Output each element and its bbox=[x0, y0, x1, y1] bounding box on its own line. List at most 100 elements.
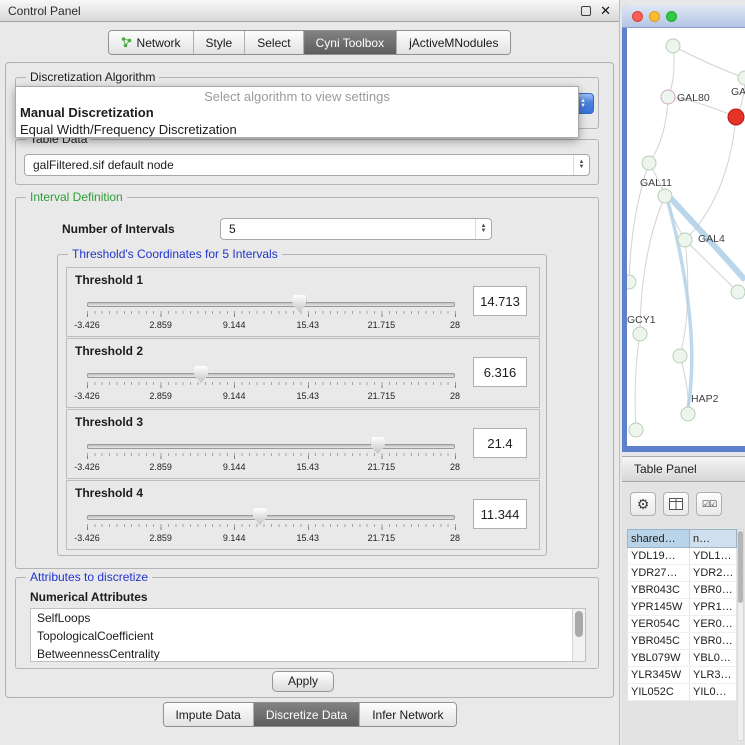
scale-label: 21.715 bbox=[368, 533, 396, 543]
tab-infer-network[interactable]: Infer Network bbox=[359, 703, 455, 726]
network-icon bbox=[121, 37, 132, 48]
float-window-icon[interactable] bbox=[581, 6, 591, 16]
node-attribute-table: shared…n… YDL19…YDL1…YDR27…YDR2…YBR043CY… bbox=[627, 529, 737, 701]
slider-thumb[interactable] bbox=[371, 437, 385, 454]
threshold-slider[interactable]: -3.4262.8599.14415.4321.71528 bbox=[87, 507, 455, 551]
slider-thumb[interactable] bbox=[292, 295, 306, 312]
scale-label: -3.426 bbox=[74, 391, 100, 401]
list-item[interactable]: SelfLoops bbox=[31, 609, 585, 627]
tab-cyni-toolbox[interactable]: Cyni Toolbox bbox=[303, 31, 396, 54]
network-node[interactable] bbox=[627, 275, 636, 289]
network-node[interactable] bbox=[629, 423, 643, 437]
popup-item[interactable]: Equal Width/Frequency Discretization bbox=[16, 121, 578, 138]
list-scrollbar[interactable] bbox=[572, 609, 585, 661]
tab-jactivemnodules[interactable]: jActiveMNodules bbox=[396, 31, 510, 54]
combo-stepper-icon[interactable]: ▲ ▼ bbox=[573, 155, 589, 175]
num-intervals-combo[interactable]: 5 ▲ ▼ bbox=[220, 218, 492, 240]
table-panel-title: Table Panel bbox=[634, 462, 697, 476]
screen: Control Panel ✕ NetworkStyleSelectCyni T… bbox=[0, 0, 745, 745]
table-row[interactable]: YPR145WYPR1… bbox=[628, 599, 737, 616]
numerical-attributes-listbox[interactable]: SelfLoopsTopologicalCoefficientBetweenne… bbox=[30, 608, 586, 662]
table-row[interactable]: YDR27…YDR2… bbox=[628, 565, 737, 582]
algorithm-group-title: Discretization Algorithm bbox=[26, 70, 159, 84]
scale-label: 2.859 bbox=[149, 533, 172, 543]
network-node[interactable] bbox=[731, 285, 745, 299]
network-node[interactable] bbox=[681, 407, 695, 421]
tab-network[interactable]: Network bbox=[109, 31, 193, 54]
network-node[interactable] bbox=[673, 349, 687, 363]
threshold-value[interactable]: 11.344 bbox=[473, 499, 527, 529]
network-node[interactable] bbox=[678, 233, 692, 247]
tab-style[interactable]: Style bbox=[193, 31, 245, 54]
threshold-value[interactable]: 21.4 bbox=[473, 428, 527, 458]
network-window-titlebar[interactable] bbox=[622, 5, 745, 28]
apply-button[interactable]: Apply bbox=[272, 671, 334, 692]
network-node[interactable] bbox=[658, 189, 672, 203]
control-panel-titlebar[interactable]: Control Panel ✕ bbox=[0, 0, 619, 22]
close-icon[interactable]: ✕ bbox=[600, 0, 611, 22]
tab-select[interactable]: Select bbox=[244, 31, 302, 54]
tab-impute-data[interactable]: Impute Data bbox=[163, 703, 252, 726]
list-item[interactable]: TopologicalCoefficient bbox=[31, 627, 585, 645]
network-node[interactable] bbox=[728, 109, 744, 125]
tab-label: Infer Network bbox=[372, 708, 443, 722]
column-header[interactable]: shared… bbox=[628, 530, 690, 548]
table-cell: YBR043C bbox=[628, 582, 690, 599]
column-header[interactable]: n… bbox=[690, 530, 737, 548]
threshold-box: Threshold 1 -3.4262.8599.14415.4321.7152… bbox=[66, 267, 540, 337]
table-scrollbar[interactable] bbox=[737, 529, 744, 741]
top-tab-bar: NetworkStyleSelectCyni ToolboxjActiveMNo… bbox=[108, 30, 512, 55]
interval-definition-group: Interval Definition Number of Intervals … bbox=[15, 197, 599, 569]
table-cell: YIL052C bbox=[628, 684, 690, 701]
table-panel-header[interactable]: Table Panel bbox=[622, 456, 745, 482]
slider-track[interactable] bbox=[87, 302, 455, 307]
slider-track[interactable] bbox=[87, 373, 455, 378]
slider-thumb[interactable] bbox=[253, 508, 267, 525]
table-row[interactable]: YBR043CYBR0… bbox=[628, 582, 737, 599]
table-row[interactable]: YBL079WYBL0… bbox=[628, 650, 737, 667]
zoom-traffic-light[interactable] bbox=[666, 11, 677, 22]
threshold-slider[interactable]: -3.4262.8599.14415.4321.71528 bbox=[87, 294, 455, 338]
checkboxes-icon: ☑☑ bbox=[702, 499, 716, 510]
table-scrollbar-thumb[interactable] bbox=[738, 531, 743, 603]
table-cell: YBR0… bbox=[690, 582, 737, 599]
threshold-slider[interactable]: -3.4262.8599.14415.4321.71528 bbox=[87, 436, 455, 480]
threshold-slider[interactable]: -3.4262.8599.14415.4321.71528 bbox=[87, 365, 455, 409]
list-item[interactable]: BetweennessCentrality bbox=[31, 645, 585, 662]
slider-track[interactable] bbox=[87, 444, 455, 449]
column-selector-button[interactable] bbox=[663, 492, 689, 516]
network-node[interactable] bbox=[642, 156, 656, 170]
threshold-value[interactable]: 14.713 bbox=[473, 286, 527, 316]
close-traffic-light[interactable] bbox=[632, 11, 643, 22]
slider-scale: -3.4262.8599.14415.4321.71528 bbox=[87, 391, 455, 402]
network-canvas[interactable]: GAL80GAGAL11GAL4GCY1HAP2 bbox=[627, 28, 745, 446]
network-node[interactable] bbox=[666, 39, 680, 53]
table-row[interactable]: YIL052CYIL0… bbox=[628, 684, 737, 701]
popup-item[interactable]: Manual Discretization bbox=[16, 104, 578, 121]
table-cell: YPR145W bbox=[628, 599, 690, 616]
table-settings-button[interactable]: ⚙ bbox=[630, 492, 656, 516]
scale-label: 21.715 bbox=[368, 391, 396, 401]
table-row[interactable]: YER054CYER0… bbox=[628, 616, 737, 633]
table-row[interactable]: YBR045CYBR0… bbox=[628, 633, 737, 650]
slider-thumb[interactable] bbox=[194, 366, 208, 383]
select-all-attributes-button[interactable]: ☑☑ bbox=[696, 492, 722, 516]
network-node[interactable] bbox=[661, 90, 675, 104]
interval-group-title: Interval Definition bbox=[26, 190, 127, 204]
minimize-traffic-light[interactable] bbox=[649, 11, 660, 22]
list-scrollbar-thumb[interactable] bbox=[575, 611, 583, 637]
threshold-value[interactable]: 6.316 bbox=[473, 357, 527, 387]
tab-discretize-data[interactable]: Discretize Data bbox=[253, 703, 359, 726]
network-window: GAL80GAGAL11GAL4GCY1HAP2 bbox=[622, 5, 745, 452]
network-edge bbox=[649, 97, 668, 163]
table-panel-toolbar: ⚙ ☑☑ bbox=[630, 492, 722, 516]
scale-label: -3.426 bbox=[74, 320, 100, 330]
network-node[interactable] bbox=[633, 327, 647, 341]
table-data-combo[interactable]: galFiltered.sif default node ▲ ▼ bbox=[24, 154, 590, 176]
combo-stepper-icon[interactable]: ▲ ▼ bbox=[475, 219, 491, 239]
table-row[interactable]: YDL19…YDL1… bbox=[628, 548, 737, 565]
network-node[interactable] bbox=[738, 71, 745, 85]
slider-track[interactable] bbox=[87, 515, 455, 520]
thresholds-group: Threshold's Coordinates for 5 Intervals … bbox=[57, 254, 547, 556]
table-row[interactable]: YLR345WYLR3… bbox=[628, 667, 737, 684]
